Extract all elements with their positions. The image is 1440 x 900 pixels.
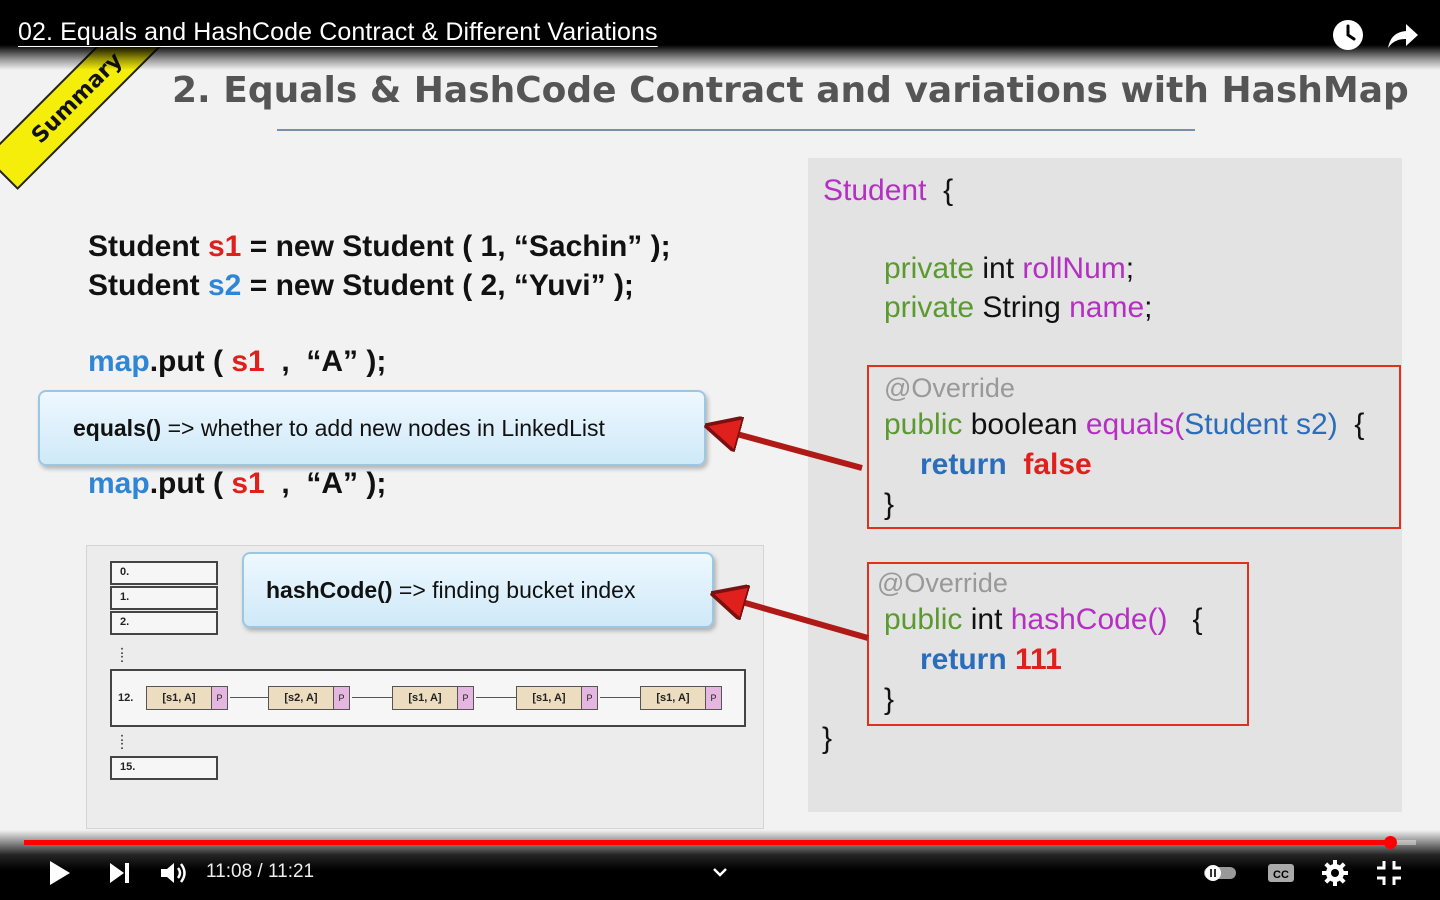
player-top-bar: 02. Equals and HashCode Contract & Diffe…: [0, 0, 1440, 70]
settings-button[interactable]: [1320, 858, 1350, 888]
duration: 11:21: [267, 861, 315, 882]
autoplay-toggle[interactable]: [1202, 858, 1238, 888]
video-frame[interactable]: Summary 2. Equals & HashCode Contract an…: [0, 0, 1440, 900]
skip-next-icon: [110, 863, 129, 883]
clock-icon[interactable]: [1331, 18, 1365, 52]
autoplay-toggle-icon: [1204, 865, 1236, 881]
progress-bar[interactable]: [24, 836, 1416, 849]
current-time: 11:08: [206, 861, 253, 882]
volume-icon: [161, 863, 186, 883]
svg-text:CC: CC: [1273, 869, 1289, 881]
progress-played: [24, 840, 1390, 845]
exit-fullscreen-icon: [1377, 861, 1401, 885]
chapters-button[interactable]: [708, 858, 732, 888]
gear-icon: [1322, 860, 1348, 886]
exit-fullscreen-button[interactable]: [1374, 858, 1404, 888]
next-button[interactable]: [106, 858, 134, 888]
callout-arrows: [0, 0, 869, 641]
video-title[interactable]: 02. Equals and HashCode Contract & Diffe…: [18, 18, 658, 47]
time-display: 11:08 / 11:21: [206, 861, 315, 882]
play-icon: [50, 861, 70, 885]
play-button[interactable]: [44, 858, 74, 888]
volume-button[interactable]: [158, 858, 188, 888]
share-icon[interactable]: [1386, 18, 1420, 52]
equals-arrow: [722, 430, 863, 471]
cc-icon: CC: [1268, 864, 1294, 882]
chevron-down-icon: [713, 868, 727, 877]
captions-button[interactable]: CC: [1266, 858, 1296, 888]
scrubber-handle[interactable]: [1383, 836, 1397, 849]
hashcode-arrow: [728, 598, 869, 641]
